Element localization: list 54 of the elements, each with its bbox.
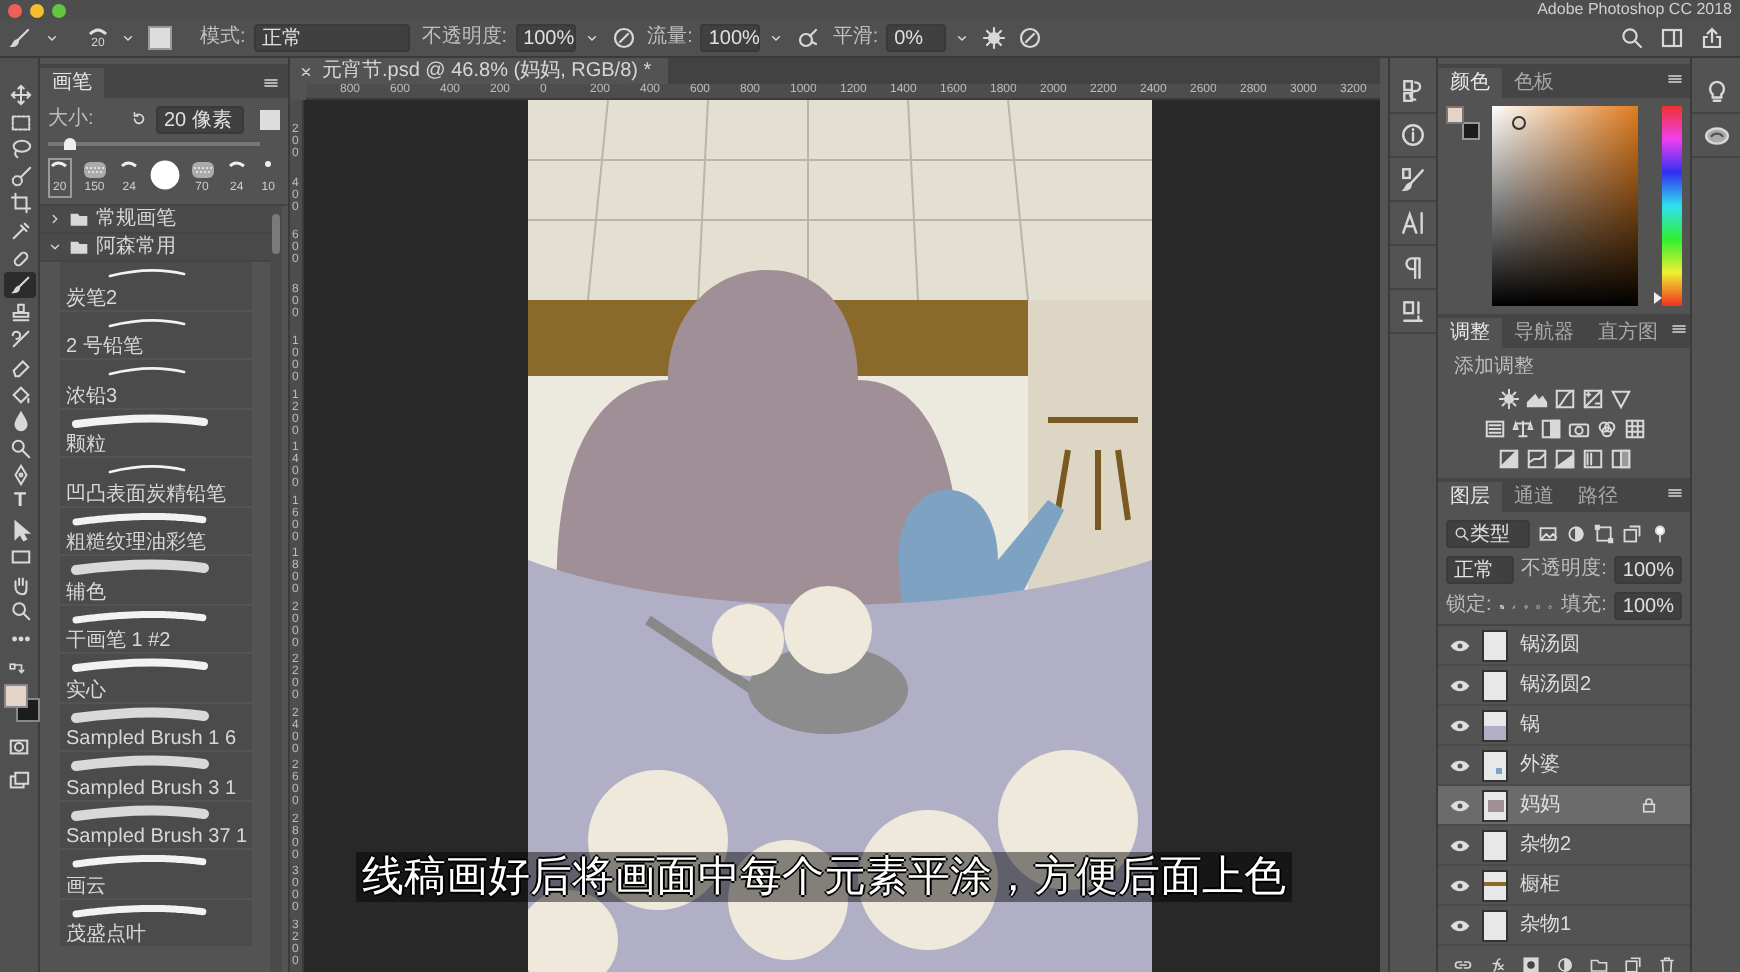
blend-mode-dropdown[interactable]: 正常 xyxy=(1446,556,1514,584)
brush-item[interactable]: 颗粒 xyxy=(60,409,252,456)
layer-opacity-field[interactable]: 100% xyxy=(1614,556,1682,584)
brush-folder[interactable]: 阿森常用 xyxy=(40,234,270,262)
mode-label: 模式: xyxy=(200,26,246,50)
brush-item[interactable]: 画云 xyxy=(60,850,252,897)
panel-tab[interactable]: 色板 xyxy=(1502,68,1566,98)
flow-label: 流量: xyxy=(647,26,693,50)
type-tool[interactable]: T xyxy=(4,489,36,516)
panel-heading: 添加调整 xyxy=(1454,356,1534,378)
brush-item[interactable]: 2 号铅笔 xyxy=(60,311,252,358)
layer-row[interactable]: 锅汤圆2 xyxy=(1438,666,1690,706)
opacity-label: 不透明度: xyxy=(421,26,508,50)
brush-item[interactable]: 炭笔2 xyxy=(60,262,252,309)
layer-row[interactable]: 橱柜 xyxy=(1438,866,1690,906)
panel-tab[interactable]: 图层 xyxy=(1438,482,1502,512)
brushes-tab[interactable]: 画笔 xyxy=(40,68,104,98)
layer-row[interactable]: 杂物1 xyxy=(1438,906,1690,946)
brush-item[interactable]: 干画笔 1 #2 xyxy=(60,605,252,652)
layer-row[interactable]: 锅汤圆 xyxy=(1438,626,1690,666)
brush-item[interactable]: 实心 xyxy=(60,654,252,701)
panel-tab[interactable]: 导航器 xyxy=(1502,318,1586,348)
opacity-field[interactable]: 100% xyxy=(515,24,576,52)
panel-tab[interactable]: 通道 xyxy=(1502,482,1566,512)
brush-item[interactable]: 浓铅3 xyxy=(60,360,252,407)
subtitle-caption: 线稿画好后将画面中每个元素平涂，方便后面上色 xyxy=(356,852,1292,903)
window-title: Adobe Photoshop CC 2018 xyxy=(1537,0,1732,20)
panel-tab[interactable]: 颜色 xyxy=(1438,68,1502,98)
brush-item[interactable]: 辅色 xyxy=(60,556,252,603)
panel-tab[interactable]: 调整 xyxy=(1438,318,1502,348)
panel-tab[interactable]: 直方图 xyxy=(1586,318,1670,348)
mode-dropdown[interactable]: 正常 xyxy=(253,24,410,52)
layer-row[interactable]: 妈妈 xyxy=(1438,786,1690,826)
layer-row[interactable]: 锅 xyxy=(1438,706,1690,746)
brush-item[interactable]: 凹凸表面炭精铅笔 xyxy=(60,458,252,505)
document-tab[interactable]: 元宵节.psd @ 46.8% (妈妈, RGB/8) * xyxy=(290,58,668,84)
opacity-label: 不透明度: xyxy=(1521,558,1607,582)
brush-folder[interactable]: 常规画笔 xyxy=(40,206,270,234)
lock-label: 锁定: xyxy=(1446,594,1492,618)
brush-item[interactable]: Sampled Brush 1 6 xyxy=(60,703,252,750)
smoothing-field[interactable]: 0% xyxy=(886,24,947,52)
fill-label: 填充: xyxy=(1561,594,1607,618)
smoothing-label: 平滑: xyxy=(832,26,879,50)
fill-field[interactable]: 100% xyxy=(1614,592,1682,620)
layer-row[interactable]: 杂物2 xyxy=(1438,826,1690,866)
flow-field[interactable]: 100% xyxy=(700,24,761,52)
size-label: 大小: xyxy=(48,108,94,132)
brush-item[interactable]: 茂盛点叶 xyxy=(60,899,252,946)
panel-tab[interactable]: 路径 xyxy=(1566,482,1630,512)
layer-filter-dropdown[interactable]: 类型 xyxy=(1446,520,1530,548)
brush-item[interactable]: Sampled Brush 37 1 xyxy=(60,801,252,848)
brush-item[interactable]: 粗糙纹理油彩笔 xyxy=(60,507,252,554)
brush-item[interactable]: Sampled Brush 3 1 xyxy=(60,752,252,799)
size-field[interactable]: 20 像素 xyxy=(156,106,244,134)
